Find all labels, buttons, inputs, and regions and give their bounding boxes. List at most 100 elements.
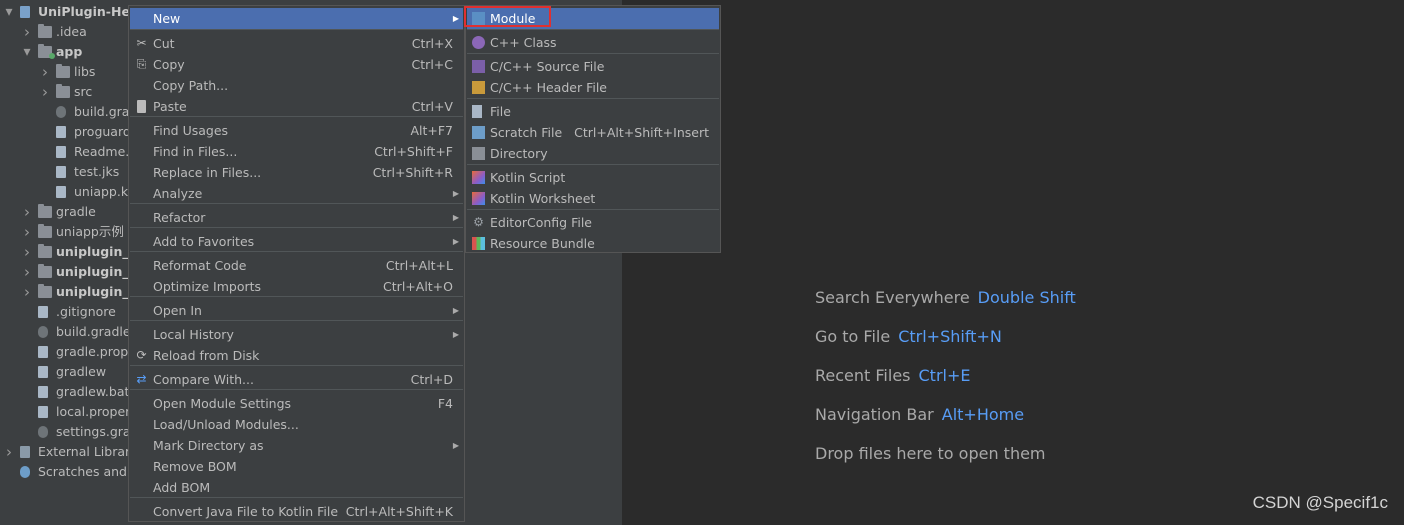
tree-item[interactable]: › External Librari [0,442,134,462]
menu-item-label: Find Usages [153,123,229,138]
tree-item-label: gradlew [56,364,107,379]
menu-item-compare-with[interactable]: ⇄ Compare With... Ctrl+D [130,369,463,390]
file-icon [472,105,482,118]
tree-item[interactable]: uniapp.k [0,182,128,202]
tree-item-label: Readme. [74,144,130,159]
menu-item-label: Optimize Imports [153,279,262,294]
folder-icon [38,224,52,238]
tree-item-label: settings.gra [56,424,131,439]
menu-item-shortcut: Ctrl+Shift+F [374,144,453,159]
menu-item-paste[interactable]: Paste Ctrl+V [130,96,463,117]
menu-separator [130,29,463,30]
tree-item[interactable]: › .idea [0,22,128,42]
submenu-item-c-c-source-file[interactable]: C/C++ Source File [467,56,719,77]
tree-item[interactable]: gradlew [0,362,128,382]
clipboard-icon [137,100,146,113]
menu-item-reformat-code[interactable]: Reformat Code Ctrl+Alt+L [130,255,463,276]
tree-item[interactable]: ▾ UniPlugin-Hel [0,2,134,22]
menu-item-optimize-imports[interactable]: Optimize Imports Ctrl+Alt+O [130,276,463,297]
tree-item[interactable]: › uniapp示例 [0,222,128,242]
menu-item-shortcut: Ctrl+Alt+O [383,279,453,294]
chevron-right-icon[interactable]: › [22,22,32,42]
chevron-right-icon[interactable]: › [22,282,32,302]
menu-item-load-unload-modules[interactable]: Load/Unload Modules... [130,414,463,435]
chevron-right-icon[interactable]: › [4,442,14,462]
compare-icon: ⇄ [136,372,147,386]
chevron-right-icon[interactable]: › [22,262,32,282]
module-highlight-box [464,6,551,27]
chevron-down-icon[interactable]: ▾ [22,42,32,62]
submenu-item-c-class[interactable]: C++ Class [467,32,719,53]
tree-item[interactable]: gradle.prop [0,342,128,362]
chevron-right-icon[interactable]: › [40,62,50,82]
menu-item-find-usages[interactable]: Find Usages Alt+F7 [130,120,463,141]
gradle-icon [38,326,48,338]
submenu-arrow-icon: ▶ [452,441,459,450]
tree-item[interactable]: build.gradle [0,322,131,342]
tree-item[interactable]: › libs [0,62,128,82]
submenu-item-file[interactable]: File [467,101,719,122]
menu-item-replace-in-files[interactable]: Replace in Files... Ctrl+Shift+R [130,162,463,183]
submenu-item-c-c-header-file[interactable]: C/C++ Header File [467,77,719,98]
tree-item[interactable]: › src [0,82,128,102]
menu-item-convert-java-file-to-kotlin-file[interactable]: Convert Java File to Kotlin File Ctrl+Alt… [130,501,463,522]
tree-item[interactable]: build.gra [0,102,129,122]
tree-item[interactable]: › uniplugin_c [0,242,136,262]
tree-item[interactable]: › uniplugin_r [0,262,135,282]
tree-item[interactable]: Scratches and C [0,462,140,482]
menu-item-copy[interactable]: ⎘ Copy Ctrl+C [130,54,463,75]
chevron-down-icon[interactable]: ▾ [4,2,14,22]
tree-item-label: local.proper [56,404,131,419]
menu-item-label: Add BOM [153,480,211,495]
submenu-item-label: Kotlin Script [490,170,566,185]
menu-item-label: Find in Files... [153,144,238,159]
tree-item-label: uniapp示例 [56,224,124,239]
chevron-right-icon[interactable]: › [22,242,32,262]
tree-item[interactable]: › gradle [0,202,128,222]
tree-item-label: gradle.prop [56,344,129,359]
chevron-right-icon[interactable]: › [22,222,32,242]
tree-item[interactable]: test.jks [0,162,128,182]
menu-item-label: Open Module Settings [153,396,292,411]
menu-item-add-bom[interactable]: Add BOM [130,477,463,498]
tree-item[interactable]: local.proper [0,402,131,422]
submenu-item-directory[interactable]: Directory [467,143,719,164]
menu-item-local-history[interactable]: Local History ▶ [130,324,463,345]
chevron-right-icon[interactable]: › [40,82,50,102]
file-icon [56,166,66,178]
submenu-item-kotlin-worksheet[interactable]: Kotlin Worksheet [467,188,719,209]
submenu-item-label: Resource Bundle [490,236,595,251]
tree-item-label: uniplugin_r [56,264,135,279]
menu-item-open-in[interactable]: Open In ▶ [130,300,463,321]
file-icon [56,186,66,198]
tree-item-label: Scratches and C [38,464,140,479]
reload-icon: ⟳ [136,348,147,362]
tree-item[interactable]: ▾ app [0,42,128,62]
menu-item-copy-path[interactable]: Copy Path... [130,75,463,96]
tree-item[interactable]: proguard [0,122,131,142]
menu-item-shortcut: Ctrl+Alt+Shift+K [345,504,453,519]
menu-item-shortcut: Ctrl+Alt+L [385,258,453,273]
menu-item-new[interactable]: New ▶ [130,8,463,29]
tree-item[interactable]: settings.gra [0,422,131,442]
menu-item-find-in-files[interactable]: Find in Files... Ctrl+Shift+F [130,141,463,162]
menu-item-mark-directory-as[interactable]: Mark Directory as ▶ [130,435,463,456]
menu-item-reload-from-disk[interactable]: ⟳ Reload from Disk [130,345,463,366]
menu-item-refactor[interactable]: Refactor ▶ [130,207,463,228]
submenu-item-scratch-file[interactable]: Scratch File Ctrl+Alt+Shift+Insert [467,122,719,143]
submenu-item-shortcut: Ctrl+Alt+Shift+Insert [574,125,709,140]
menu-item-cut[interactable]: ✂ Cut Ctrl+X [130,33,463,54]
tree-item[interactable]: .gitignore [0,302,128,322]
tree-item[interactable]: Readme. [0,142,130,162]
submenu-item-editorconfig-file[interactable]: ⚙ EditorConfig File [467,212,719,233]
chevron-right-icon[interactable]: › [22,202,32,222]
menu-item-analyze[interactable]: Analyze ▶ [130,183,463,204]
tree-item-label: .gitignore [56,304,116,319]
tree-item[interactable]: › uniplugin_r [0,282,135,302]
menu-item-add-to-favorites[interactable]: Add to Favorites ▶ [130,231,463,252]
menu-item-open-module-settings[interactable]: Open Module Settings F4 [130,393,463,414]
menu-item-remove-bom[interactable]: Remove BOM [130,456,463,477]
submenu-item-resource-bundle[interactable]: Resource Bundle [467,233,719,254]
submenu-item-kotlin-script[interactable]: Kotlin Script [467,167,719,188]
tree-item[interactable]: gradlew.bat [0,382,129,402]
